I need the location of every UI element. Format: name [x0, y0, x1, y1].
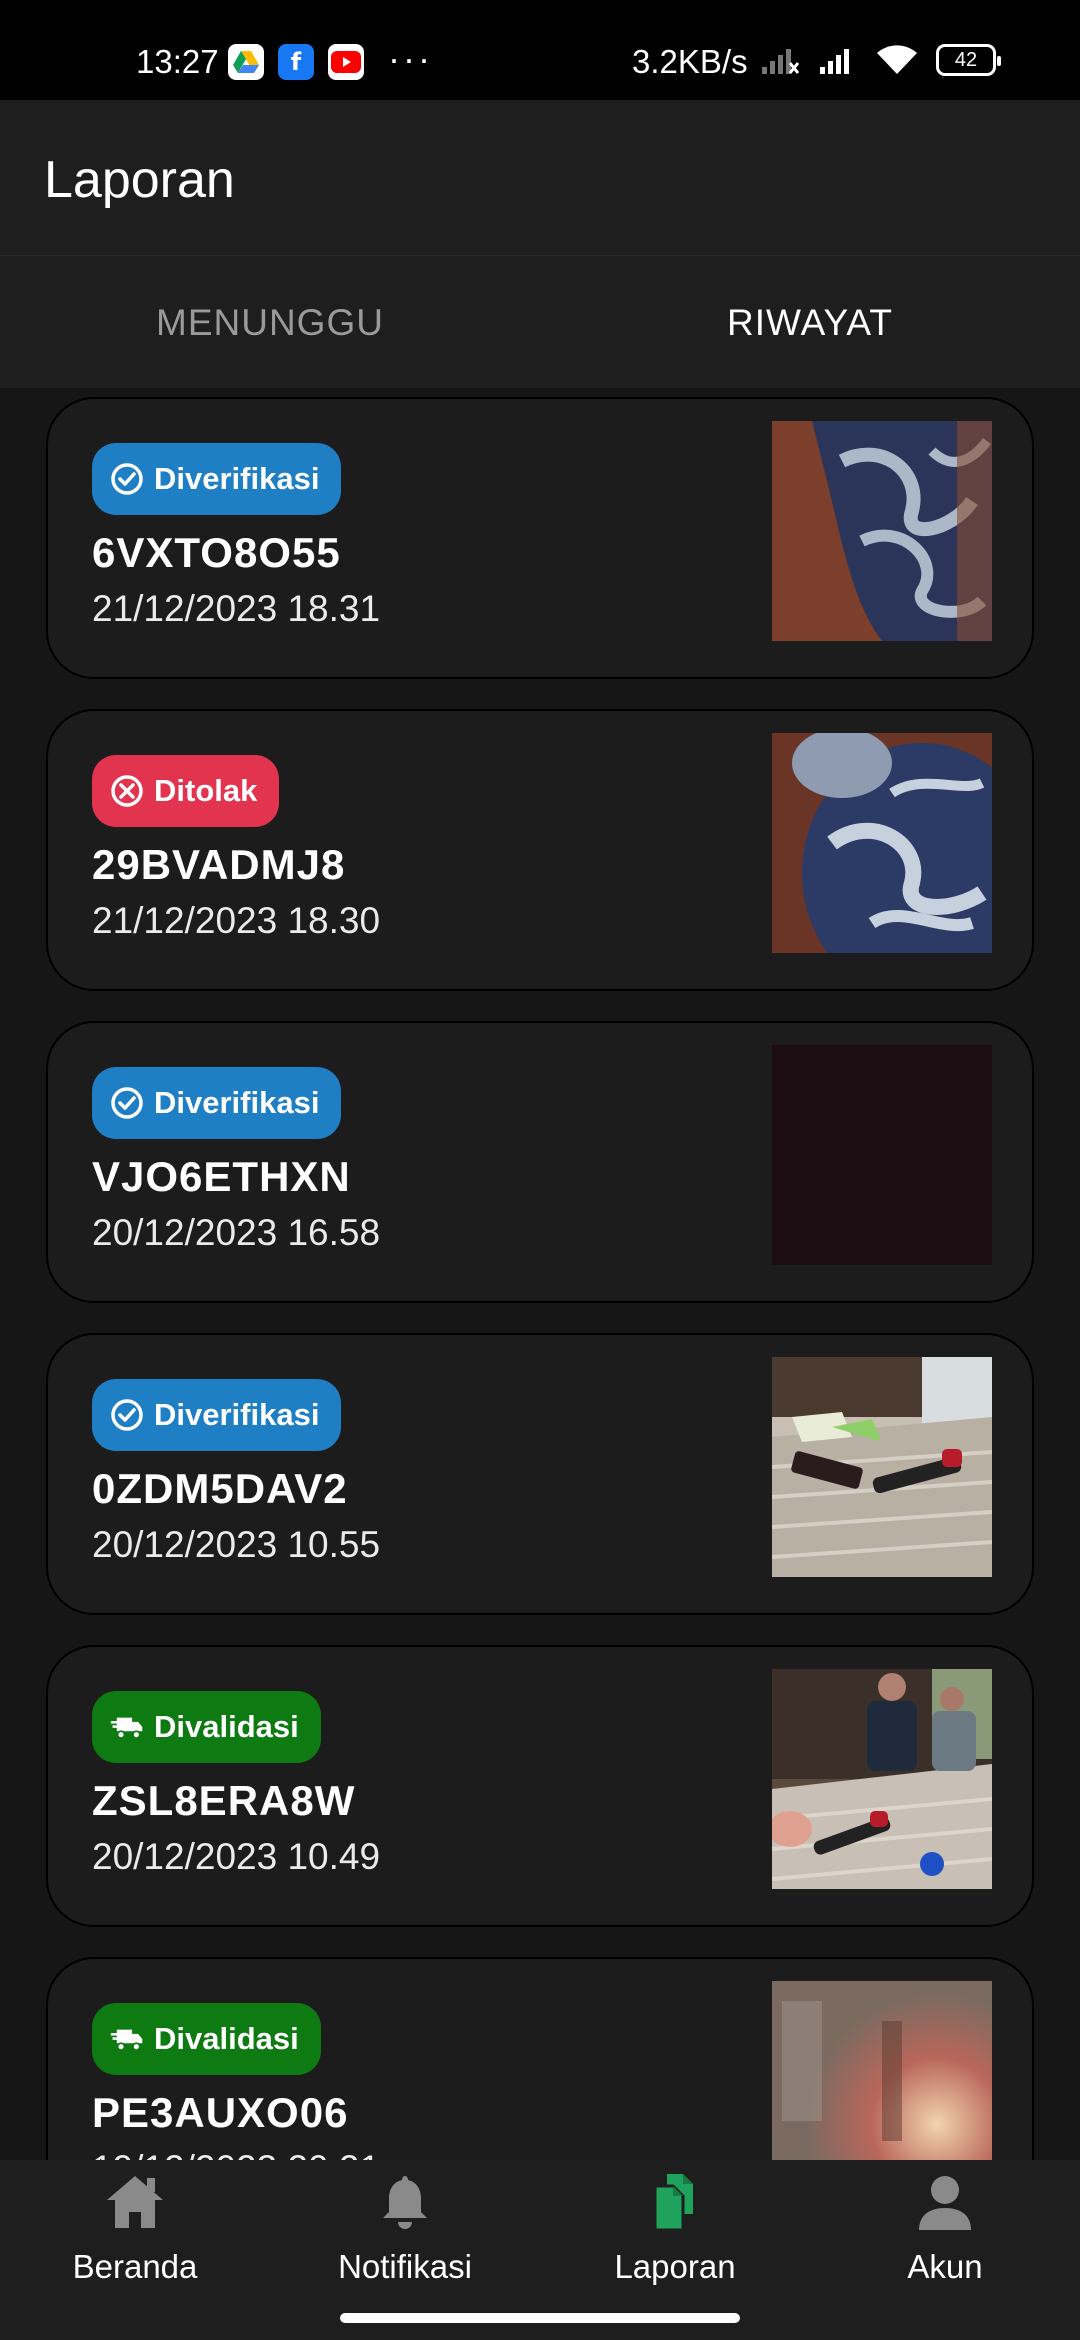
signal-icon [820, 49, 849, 74]
report-card[interactable]: Diverifikasi 0ZDM5DAV2 20/12/2023 10.55 [46, 1333, 1034, 1615]
app-bar: Laporan [0, 100, 1080, 255]
home-icon [107, 2176, 163, 2228]
report-thumbnail [772, 421, 992, 641]
check-circle-icon [111, 463, 143, 495]
report-code: 0ZDM5DAV2 [92, 1465, 348, 1512]
drive-icon [228, 44, 264, 80]
status-label: Ditolak [154, 773, 258, 808]
nav-label: Akun [907, 2248, 983, 2285]
status-badge: Diverifikasi [92, 1067, 342, 1139]
status-label: Divalidasi [154, 2021, 299, 2056]
battery-level: 42 [954, 48, 978, 71]
status-icons: 42 [760, 44, 1001, 76]
youtube-icon [328, 44, 364, 80]
documents-icon [653, 2174, 693, 2232]
status-badge: Divalidasi [92, 1691, 321, 1763]
report-code: PE3AUXO06 [92, 2089, 349, 2136]
report-date: 19/12/2023 20.21 [92, 2145, 380, 2160]
report-card[interactable]: Divalidasi PE3AUXO06 19/12/2023 20.21 [46, 1957, 1034, 2160]
report-card[interactable]: Ditolak 29BVADMJ8 21/12/2023 18.30 [46, 709, 1034, 991]
facebook-icon: f [278, 44, 314, 80]
report-date: 21/12/2023 18.31 [92, 588, 381, 629]
tab-menunggu[interactable]: MENUNGGU [0, 302, 540, 344]
report-thumbnail [772, 733, 992, 953]
report-card[interactable]: Divalidasi ZSL8ERA8W 20/12/2023 10.49 [46, 1645, 1034, 1927]
battery-icon: 42 [936, 44, 1001, 76]
report-date: 20/12/2023 10.55 [92, 1524, 381, 1565]
status-badge: Divalidasi [92, 2003, 321, 2075]
status-time: 13:27 [136, 43, 219, 80]
report-card[interactable]: Diverifikasi VJO6ETHXN 20/12/2023 16.58 [46, 1021, 1034, 1303]
bottom-navigation: Beranda Notifikasi Laporan Akun [0, 2160, 1080, 2295]
tab-bar: MENUNGGU RIWAYAT [0, 255, 1080, 388]
status-badge: Ditolak [92, 755, 280, 827]
report-thumbnail [772, 1357, 992, 1577]
truck-icon [110, 1717, 143, 1739]
report-thumbnail [772, 1045, 992, 1265]
status-bar: 13:27 f ··· 3.2KB/s 42 [0, 0, 1080, 100]
status-label: Diverifikasi [154, 461, 320, 496]
bell-icon [383, 2176, 427, 2229]
tab-riwayat[interactable]: RIWAYAT [540, 302, 1080, 344]
status-badge: Diverifikasi [92, 443, 342, 515]
person-icon [919, 2176, 971, 2230]
check-circle-icon [111, 1087, 143, 1119]
report-code: 6VXTO8O55 [92, 529, 341, 576]
report-thumbnail [772, 1669, 992, 1889]
report-date: 21/12/2023 18.30 [92, 900, 381, 941]
network-speed: 3.2KB/s [632, 43, 748, 80]
nav-label: Notifikasi [338, 2248, 472, 2285]
status-label: Diverifikasi [154, 1085, 320, 1120]
nav-notifikasi[interactable]: Notifikasi [270, 2160, 540, 2295]
status-label: Divalidasi [154, 1709, 299, 1744]
check-circle-icon [111, 1399, 143, 1431]
report-thumbnail [772, 1981, 992, 2160]
report-code: 29BVADMJ8 [92, 841, 346, 888]
status-label: Diverifikasi [154, 1397, 320, 1432]
nav-akun[interactable]: Akun [810, 2160, 1080, 2295]
truck-icon [110, 2029, 143, 2051]
report-code: ZSL8ERA8W [92, 1777, 356, 1824]
status-app-icons: f [228, 44, 364, 80]
signal-off-icon [762, 49, 800, 74]
report-date: 20/12/2023 10.49 [92, 1836, 381, 1877]
page-title: Laporan [44, 151, 235, 209]
report-date: 20/12/2023 16.58 [92, 1212, 381, 1253]
report-card[interactable]: Diverifikasi 6VXTO8O55 21/12/2023 18.31 [46, 397, 1034, 679]
report-code: VJO6ETHXN [92, 1153, 351, 1200]
more-notifications: ··· [388, 38, 433, 79]
x-circle-icon [111, 775, 143, 807]
status-badge: Diverifikasi [92, 1379, 342, 1451]
nav-laporan[interactable]: Laporan [540, 2160, 810, 2295]
nav-label: Beranda [72, 2248, 198, 2285]
report-list[interactable]: Diverifikasi 6VXTO8O55 21/12/2023 18.31 … [0, 387, 1080, 2160]
home-indicator[interactable] [340, 2313, 740, 2323]
nav-label: Laporan [614, 2248, 736, 2285]
nav-beranda[interactable]: Beranda [0, 2160, 270, 2295]
wifi-icon [877, 45, 917, 74]
